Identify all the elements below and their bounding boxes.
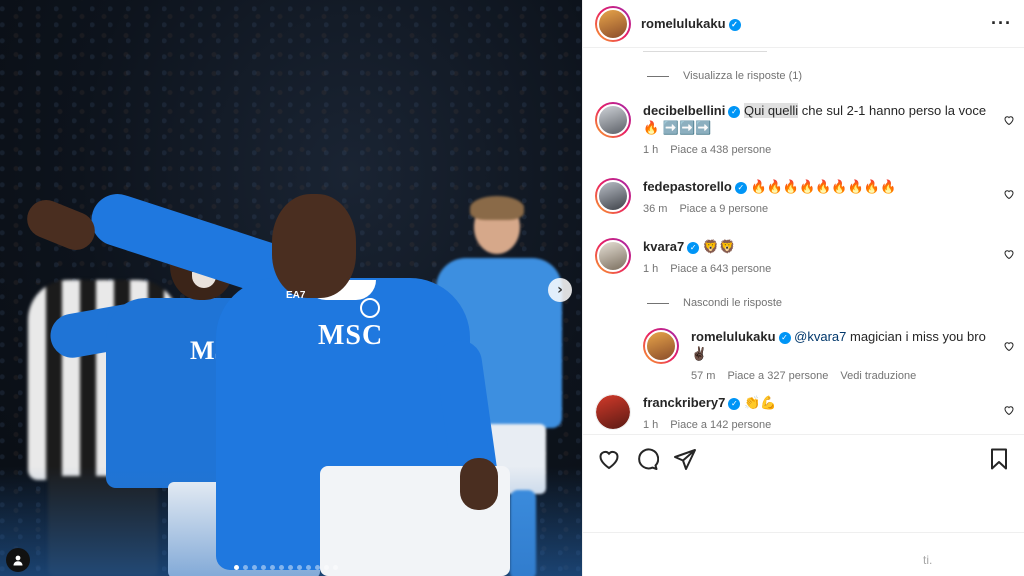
- post-panel: romelulukaku ✓ ··· Visualizza le risposte…: [582, 0, 1024, 576]
- avatar[interactable]: [595, 5, 631, 42]
- comment-username[interactable]: kvara7: [643, 239, 684, 254]
- carousel-dot: [270, 565, 275, 570]
- comment-item: decibelbellini ✓ Qui quelli che sul 2-1 h…: [595, 102, 1017, 156]
- post-photo[interactable]: MSC 9 EA7 MSC ›: [0, 0, 582, 576]
- comment-time[interactable]: 57 m: [691, 370, 715, 382]
- comment-username[interactable]: franckribery7: [643, 395, 725, 410]
- verified-icon: ✓: [687, 241, 700, 254]
- avatar[interactable]: [595, 238, 631, 274]
- view-replies-button[interactable]: Visualizza le risposte (1): [647, 70, 802, 82]
- comment-time[interactable]: 1 h: [643, 263, 658, 275]
- verified-icon: ✓: [728, 18, 741, 31]
- comment-likes[interactable]: Piace a 643 persone: [670, 263, 771, 275]
- comment-username[interactable]: fedepastorello: [643, 179, 732, 194]
- chevron-right-icon[interactable]: ›: [548, 278, 572, 302]
- carousel-dots: [234, 565, 338, 570]
- heart-icon[interactable]: [1003, 404, 1015, 416]
- truncated-previous: [643, 48, 767, 52]
- heart-icon[interactable]: [597, 447, 621, 471]
- comment-item: fedepastorello ✓ 🔥🔥🔥🔥🔥🔥🔥🔥🔥 36 m Piace a 9…: [595, 178, 1017, 215]
- carousel-dot: [333, 565, 338, 570]
- verified-icon: ✓: [778, 331, 791, 344]
- heart-icon[interactable]: [1003, 114, 1015, 126]
- carousel-dot: [288, 565, 293, 570]
- verified-icon: ✓: [728, 397, 741, 410]
- avatar[interactable]: [595, 102, 631, 138]
- bookmark-icon[interactable]: [987, 447, 1011, 471]
- heart-icon[interactable]: [1003, 340, 1015, 352]
- comment-mention[interactable]: @kvara7: [794, 329, 846, 344]
- action-bar: [583, 434, 1024, 482]
- main-player: EA7 MSC: [20, 187, 520, 576]
- user-tag-icon[interactable]: [6, 548, 30, 572]
- more-options-icon[interactable]: ···: [991, 13, 1012, 34]
- comment-icon[interactable]: [635, 447, 659, 471]
- avatar[interactable]: [643, 328, 679, 364]
- comment-time[interactable]: 1 h: [643, 144, 658, 156]
- carousel-dot: [234, 565, 239, 570]
- club-badge: [360, 298, 380, 318]
- carousel-dot: [306, 565, 311, 570]
- add-comment-area[interactable]: ti.: [583, 532, 1024, 576]
- carousel-dot: [252, 565, 257, 570]
- comments-list[interactable]: Visualizza le risposte (1) decibelbellin…: [583, 48, 1024, 434]
- carousel-dot: [279, 565, 284, 570]
- heart-icon[interactable]: [1003, 188, 1015, 200]
- comment-username[interactable]: romelulukaku: [691, 329, 776, 344]
- carousel-dot: [261, 565, 266, 570]
- comment-likes[interactable]: Piace a 142 persone: [670, 419, 771, 431]
- avatar[interactable]: [595, 178, 631, 214]
- comment-text: 🦁🦁: [702, 239, 736, 254]
- add-comment-hint: ti.: [923, 553, 933, 567]
- jersey-ea7: EA7: [286, 290, 306, 301]
- verified-icon: ✓: [728, 105, 741, 118]
- carousel-dot: [315, 565, 320, 570]
- heart-icon[interactable]: [1003, 248, 1015, 260]
- avatar[interactable]: [595, 394, 631, 430]
- comment-item: kvara7 ✓ 🦁🦁 1 h Piace a 643 persone: [595, 238, 1017, 275]
- jersey-sponsor-main: MSC: [318, 320, 384, 351]
- author-name[interactable]: romelulukaku ✓: [641, 16, 741, 31]
- comment-text-highlight: Qui quelli: [743, 103, 799, 118]
- comment-text: 🔥🔥🔥🔥🔥🔥🔥🔥🔥: [750, 179, 897, 194]
- reply-item: romelulukaku ✓ @kvara7 magician i miss yo…: [643, 328, 1017, 382]
- comment-likes[interactable]: Piace a 327 persone: [727, 370, 828, 382]
- comment-text: 👏💪: [744, 395, 777, 410]
- comment-likes[interactable]: Piace a 438 persone: [670, 144, 771, 156]
- see-translation-button[interactable]: Vedi traduzione: [840, 370, 916, 382]
- carousel-dot: [297, 565, 302, 570]
- hide-replies-button[interactable]: Nascondi le risposte: [647, 297, 782, 309]
- send-icon[interactable]: [673, 447, 697, 471]
- comment-username[interactable]: decibelbellini: [643, 103, 725, 118]
- comment-likes[interactable]: Piace a 9 persone: [679, 203, 768, 215]
- comment-time[interactable]: 36 m: [643, 203, 667, 215]
- comment-time[interactable]: 1 h: [643, 419, 658, 431]
- post-header: romelulukaku ✓ ···: [583, 0, 1024, 48]
- carousel-dot: [243, 565, 248, 570]
- verified-icon: ✓: [734, 181, 747, 194]
- carousel-dot: [324, 565, 329, 570]
- comment-item: franckribery7 ✓ 👏💪 1 h Piace a 142 person…: [595, 394, 1017, 431]
